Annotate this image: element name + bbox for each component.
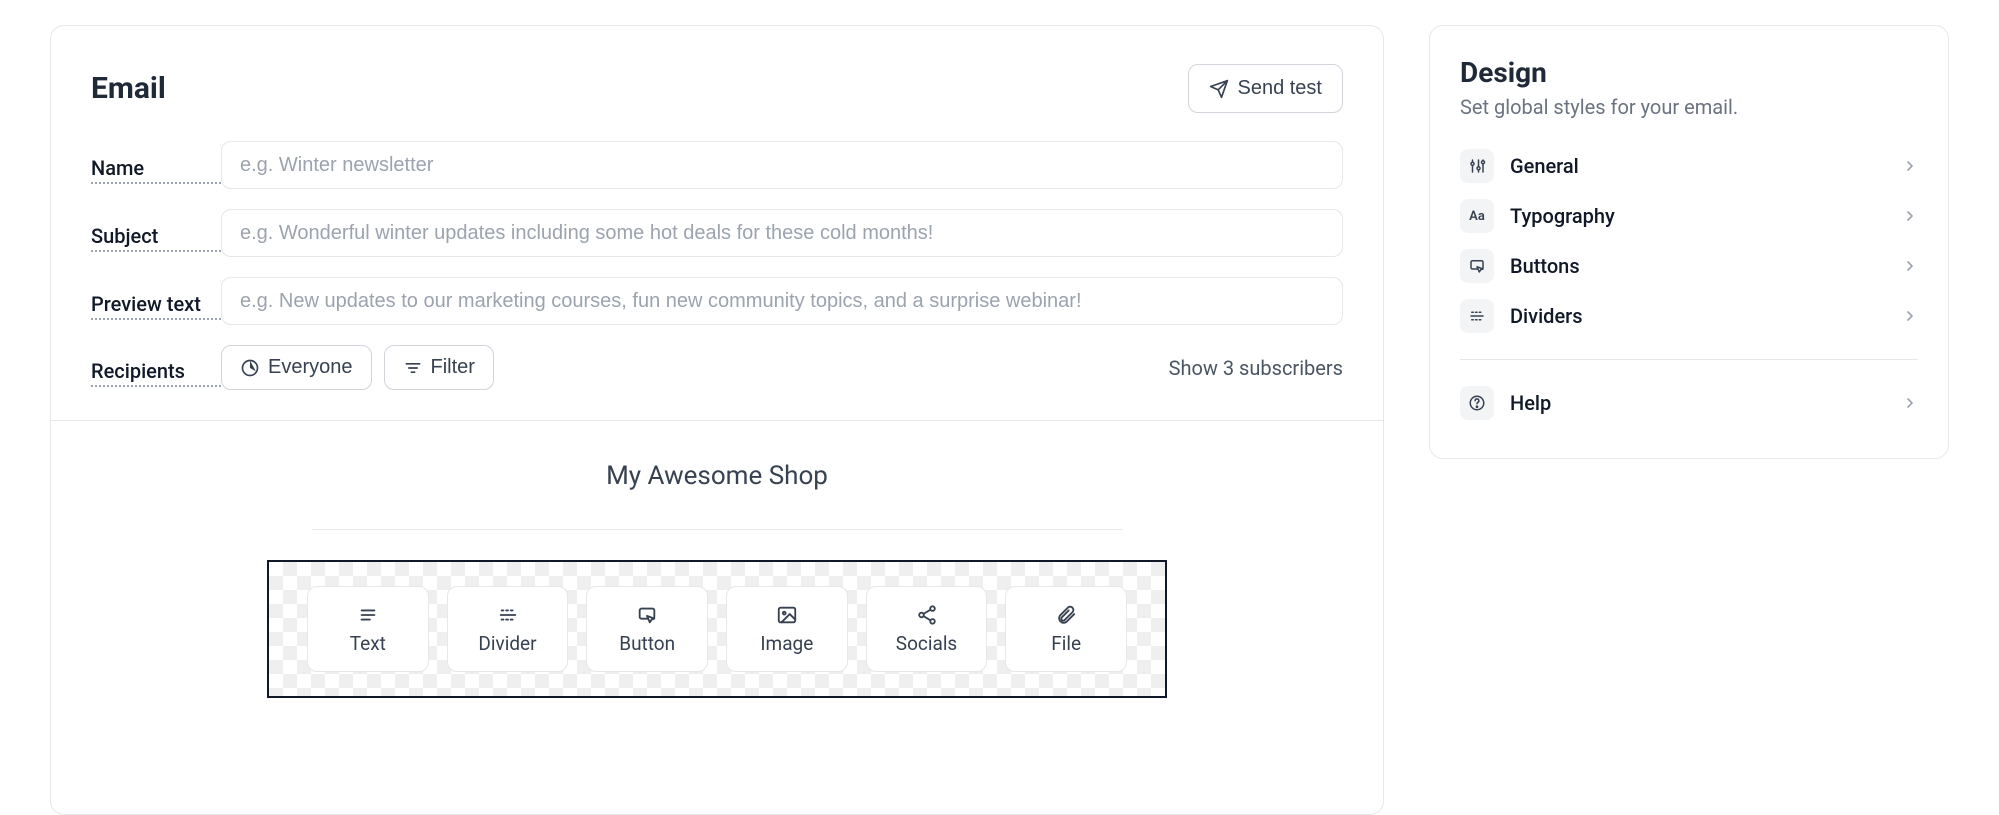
design-item-typography[interactable]: Aa Typography	[1460, 191, 1918, 241]
design-subtitle: Set global styles for your email.	[1460, 95, 1918, 119]
insert-divider-block[interactable]: Divider	[447, 586, 569, 672]
insert-text-block[interactable]: Text	[307, 586, 429, 672]
chevron-right-icon	[1902, 395, 1918, 411]
show-subscribers-link[interactable]: Show 3 subscribers	[1169, 356, 1343, 380]
cursor-click-icon	[1460, 249, 1494, 283]
subject-input[interactable]	[221, 209, 1343, 257]
header-row: Email Send test	[91, 64, 1343, 113]
insert-file-label: File	[1051, 632, 1081, 655]
email-editor-panel: Email Send test Name Subject Preview tex…	[50, 25, 1384, 815]
design-item-help[interactable]: Help	[1460, 378, 1918, 428]
help-icon	[1460, 386, 1494, 420]
insert-button-block[interactable]: Button	[586, 586, 708, 672]
name-label: Name	[91, 156, 221, 184]
everyone-label: Everyone	[268, 356, 353, 379]
insert-socials-label: Socials	[896, 632, 957, 655]
filter-label: Filter	[431, 356, 475, 379]
insert-socials-block[interactable]: Socials	[866, 586, 988, 672]
design-separator	[1460, 359, 1918, 360]
pie-icon	[240, 358, 260, 378]
typography-icon: Aa	[1460, 199, 1494, 233]
insert-image-block[interactable]: Image	[726, 586, 848, 672]
design-typography-label: Typography	[1510, 204, 1615, 228]
chevron-right-icon	[1902, 308, 1918, 324]
divider-icon	[1460, 299, 1494, 333]
paper-plane-icon	[1209, 79, 1229, 99]
text-lines-icon	[357, 604, 379, 626]
cursor-click-icon	[636, 604, 658, 626]
preview-text-label: Preview text	[91, 292, 221, 320]
share-icon	[916, 604, 938, 626]
email-body-editor: My Awesome Shop Text Divider Button	[51, 421, 1383, 814]
name-input[interactable]	[221, 141, 1343, 189]
design-panel: Design Set global styles for your email.…	[1429, 25, 1949, 459]
design-general-label: General	[1510, 154, 1579, 178]
design-item-general[interactable]: General	[1460, 141, 1918, 191]
design-help-label: Help	[1510, 391, 1551, 415]
name-row: Name	[91, 141, 1343, 189]
sliders-icon	[1460, 149, 1494, 183]
send-test-button[interactable]: Send test	[1188, 64, 1343, 113]
image-icon	[776, 604, 798, 626]
paperclip-icon	[1055, 604, 1077, 626]
chevron-right-icon	[1902, 208, 1918, 224]
email-brand-title: My Awesome Shop	[606, 461, 828, 491]
page-title: Email	[91, 71, 166, 106]
insert-button-label: Button	[619, 632, 675, 655]
send-test-label: Send test	[1237, 77, 1322, 100]
email-divider	[312, 529, 1122, 530]
recipients-everyone-button[interactable]: Everyone	[221, 345, 372, 390]
design-item-buttons[interactable]: Buttons	[1460, 241, 1918, 291]
chevron-right-icon	[1902, 158, 1918, 174]
insert-text-label: Text	[350, 632, 386, 655]
email-settings-section: Email Send test Name Subject Preview tex…	[51, 26, 1383, 421]
recipients-label: Recipients	[91, 359, 221, 387]
insert-image-label: Image	[760, 632, 813, 655]
divider-icon	[497, 604, 519, 626]
preview-row: Preview text	[91, 277, 1343, 325]
subject-row: Subject	[91, 209, 1343, 257]
design-dividers-label: Dividers	[1510, 304, 1583, 328]
filter-icon	[403, 358, 423, 378]
design-title: Design	[1460, 56, 1918, 89]
chevron-right-icon	[1902, 258, 1918, 274]
insert-file-block[interactable]: File	[1005, 586, 1127, 672]
insert-divider-label: Divider	[478, 632, 536, 655]
recipients-row: Recipients Everyone Filter Show 3 subscr…	[91, 345, 1343, 390]
subject-label: Subject	[91, 224, 221, 252]
preview-text-input[interactable]	[221, 277, 1343, 325]
block-inserter[interactable]: Text Divider Button Image	[267, 560, 1167, 698]
design-buttons-label: Buttons	[1510, 254, 1580, 278]
recipients-filter-button[interactable]: Filter	[384, 345, 494, 390]
design-item-dividers[interactable]: Dividers	[1460, 291, 1918, 341]
